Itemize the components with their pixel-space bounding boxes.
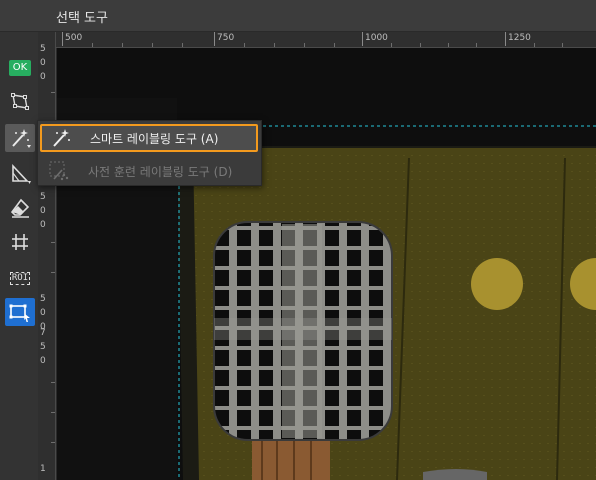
select-rectangle-icon <box>9 304 30 322</box>
vertical-ruler: 5 0 0 5 0 0 5 0 0 7 5 0 1 <box>38 32 56 480</box>
ruler-label: 0 <box>40 308 46 318</box>
grid-icon <box>12 234 28 250</box>
labeling-tool-flyout-menu: 스마트 레이블링 도구 (A) 사전 훈련 레이블링 도구 (D) <box>37 120 262 186</box>
menu-item-label: 사전 훈련 레이블링 도구 (D) <box>88 164 233 179</box>
horizontal-ruler: 500 750 1000 1250 <box>56 32 596 48</box>
ruler-label: 7 <box>40 328 46 338</box>
ruler-label: 0 <box>40 206 46 216</box>
ruler-label: 750 <box>217 33 235 43</box>
brush-icon <box>12 163 31 184</box>
menu-item-pretrained-labeling[interactable]: 사전 훈련 레이블링 도구 (D) <box>40 157 258 185</box>
brush-tool-button[interactable] <box>5 160 35 188</box>
ruler-label: 5 <box>40 342 46 352</box>
ok-badge: OK <box>9 60 31 76</box>
ruler-label: 0 <box>40 72 46 82</box>
ruler-label: 5 <box>40 294 46 304</box>
image-canvas[interactable] <box>57 48 596 480</box>
canvas-image <box>57 48 596 480</box>
ruler-tick <box>62 32 63 46</box>
roi-tool-button[interactable]: ROI <box>5 264 35 292</box>
ruler-tick <box>505 32 506 46</box>
pretrained-wand-icon <box>48 160 74 182</box>
eraser-tool-button[interactable] <box>5 194 35 222</box>
title-bar: 선택 도구 <box>0 0 596 32</box>
polygon-icon <box>11 93 29 110</box>
ruler-label: 1 <box>40 464 46 474</box>
ruler-label: 5 <box>40 44 46 54</box>
select-rectangle-tool-button[interactable] <box>5 298 35 326</box>
ruler-label: 0 <box>40 58 46 68</box>
magic-wand-icon <box>12 129 31 148</box>
ruler-tick <box>362 32 363 46</box>
polygon-tool-button[interactable] <box>5 88 35 116</box>
ruler-label: 1000 <box>365 33 388 43</box>
roi-icon: ROI <box>9 271 31 285</box>
ruler-label: 500 <box>65 33 83 43</box>
smart-labeling-tool-button[interactable] <box>5 124 35 152</box>
menu-item-smart-labeling[interactable]: 스마트 레이블링 도구 (A) <box>40 124 258 152</box>
ruler-label: 0 <box>40 220 46 230</box>
ruler-label: 0 <box>40 356 46 366</box>
ruler-tick <box>214 32 215 46</box>
eraser-icon <box>10 198 30 218</box>
grid-tool-button[interactable] <box>5 228 35 256</box>
ruler-label: 5 <box>40 192 46 202</box>
magic-wand-icon <box>50 127 76 149</box>
menu-item-label: 스마트 레이블링 도구 (A) <box>90 131 219 146</box>
window-title: 선택 도구 <box>56 11 108 26</box>
ruler-label: 1250 <box>508 33 531 43</box>
